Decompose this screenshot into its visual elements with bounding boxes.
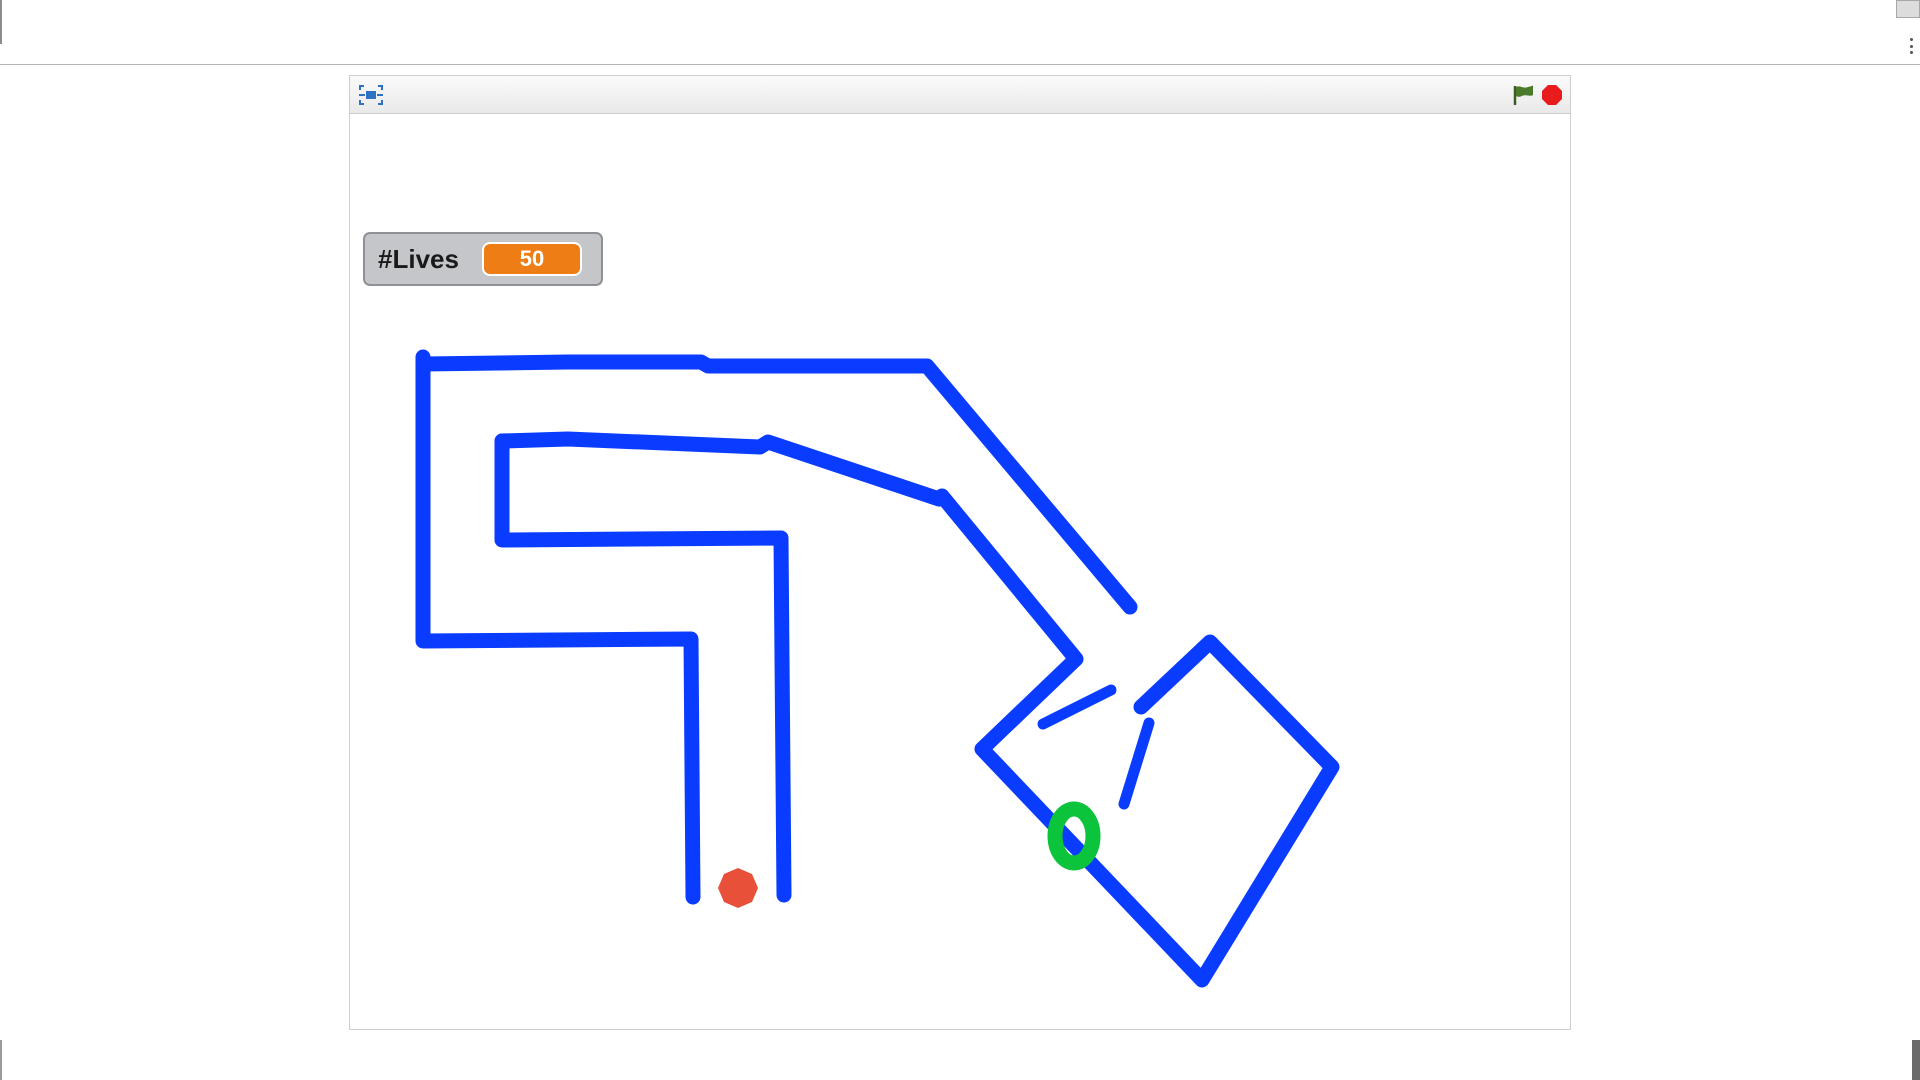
maze-inner-top-wall [494, 431, 1340, 988]
maze-inner-wall [494, 433, 792, 903]
stage-header [350, 76, 1570, 114]
lives-monitor: #Lives 50 [363, 232, 603, 286]
window-edge [0, 0, 2, 44]
stop-sign-icon[interactable] [1542, 85, 1562, 105]
lives-value: 50 [482, 242, 582, 276]
lives-label: #Lives [378, 243, 459, 274]
stage-canvas[interactable]: #Lives 50 [350, 114, 1570, 1029]
project-stage: #Lives 50 [349, 75, 1571, 1030]
browser-top-bar [0, 0, 1920, 65]
green-flag-icon[interactable] [1510, 83, 1536, 107]
scrollbar[interactable] [1896, 0, 1920, 65]
fullscreen-icon[interactable] [358, 83, 384, 107]
more-options-icon[interactable] [1908, 38, 1914, 54]
player-sprite [718, 868, 758, 908]
resize-handle[interactable] [1912, 1040, 1920, 1080]
maze-obstacle-line-2 [1118, 717, 1155, 810]
window-edge-bottom [0, 1040, 2, 1080]
scrollbar-thumb[interactable] [1896, 0, 1920, 18]
maze-obstacle-line [1037, 684, 1117, 730]
